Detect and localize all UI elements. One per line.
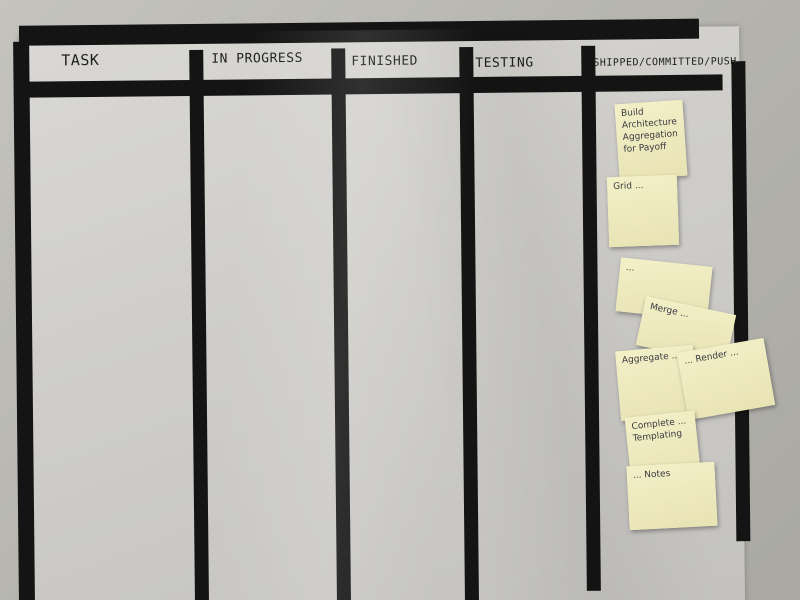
- header-top-tape: [18, 18, 700, 46]
- column-header-in-progress: IN PROGRESS: [211, 50, 303, 67]
- sticky-note: Grid ...: [606, 174, 680, 248]
- sticky-note: ... Notes: [626, 461, 718, 531]
- column-header-testing: TESTING: [475, 55, 534, 72]
- column-tape-1: [189, 49, 210, 600]
- column-header-finished: FINISHED: [351, 53, 419, 70]
- column-tape-3: [459, 47, 479, 600]
- kanban-photo: TASK IN PROGRESS FINISHED TESTING SHIPPE…: [0, 0, 800, 600]
- header-divider-tape: [17, 74, 723, 98]
- column-tape-2: [331, 48, 352, 600]
- column-tape-left: [13, 41, 36, 600]
- sticky-note: ... Render ...: [676, 337, 776, 421]
- sticky-note: Build Architecture Aggregation for Payof…: [614, 99, 688, 181]
- column-tape-4: [581, 45, 601, 591]
- column-header-task: TASK: [61, 50, 100, 70]
- column-tape-right: [731, 61, 751, 542]
- column-header-shipped: SHIPPED/COMMITTED/PUSH: [593, 56, 737, 69]
